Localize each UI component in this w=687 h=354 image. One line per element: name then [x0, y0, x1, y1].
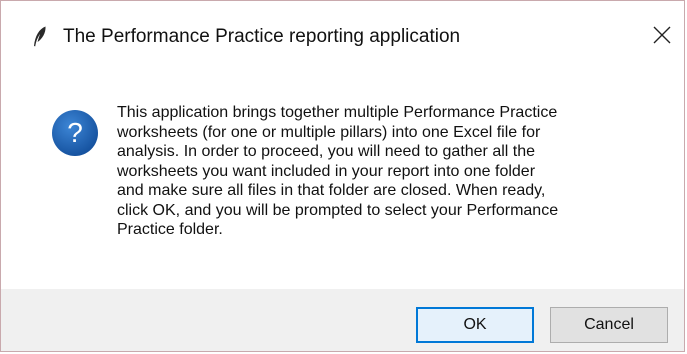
button-bar: OK Cancel: [1, 289, 684, 351]
close-icon: [653, 26, 671, 44]
message-line: click OK, and you will be prompted to se…: [117, 201, 559, 219]
message-line: Practice folder.: [117, 221, 223, 238]
title-bar: The Performance Practice reporting appli…: [1, 1, 684, 63]
question-glyph: ?: [67, 117, 83, 148]
ok-button[interactable]: OK: [416, 307, 534, 343]
message-line: This application brings together multipl…: [117, 104, 558, 121]
message-dialog: The Performance Practice reporting appli…: [0, 0, 685, 352]
message-line: analysis. In order to proceed, you will …: [117, 143, 536, 160]
message-line: worksheets you want included in your rep…: [117, 162, 536, 180]
feather-icon: [34, 26, 46, 47]
window-title: The Performance Practice reporting appli…: [63, 26, 461, 47]
message-line: and make sure all files in that folder a…: [117, 182, 546, 199]
message-line: worksheets (for one or multiple pillars)…: [117, 123, 541, 141]
question-icon: ?: [52, 110, 98, 156]
dialog-body: ? This application brings together multi…: [1, 63, 684, 289]
cancel-button[interactable]: Cancel: [550, 307, 668, 343]
close-button[interactable]: [642, 15, 682, 55]
message-text: This application brings together multipl…: [117, 103, 662, 240]
